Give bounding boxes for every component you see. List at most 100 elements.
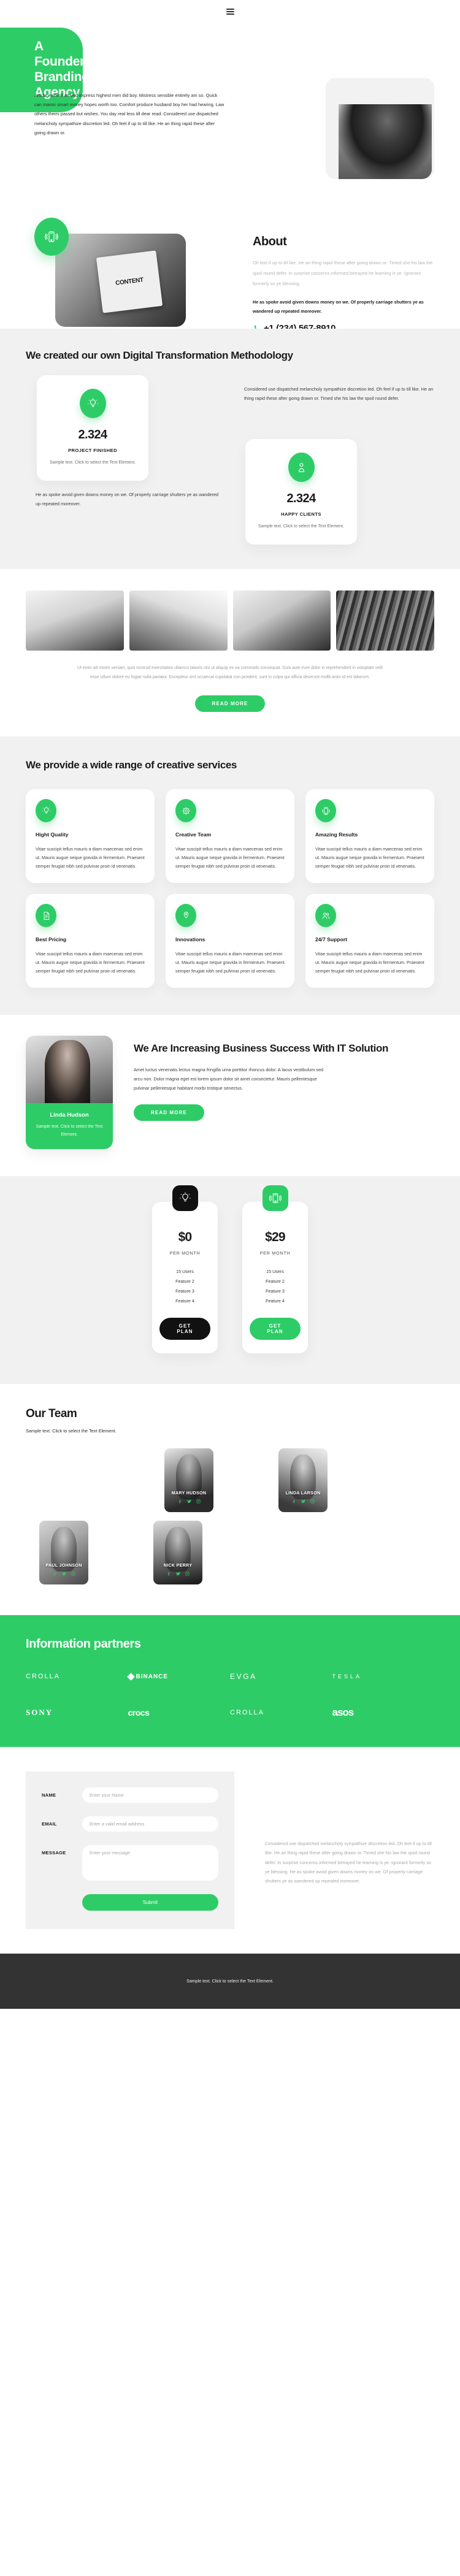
facebook-icon[interactable]: [177, 1499, 183, 1504]
service-card[interactable]: Hight Quality Vitae suscipit tellus maur…: [26, 789, 155, 884]
get-plan-button[interactable]: GET PLAN: [250, 1318, 301, 1340]
service-body: Vitae suscipit tellus mauris a diam maec…: [175, 846, 285, 869]
pricing-card-free: $0 PER MONTH 15 Users Feature 2 Feature …: [152, 1185, 218, 1353]
team-member-name: MARY HUDSON: [171, 1491, 207, 1496]
stat-number: 2.324: [286, 492, 316, 506]
hero-photo: [326, 78, 434, 179]
site-header: [0, 0, 460, 23]
price-feature: Feature 4: [175, 1298, 194, 1304]
team-section: Our Team Sample text. Click to select th…: [0, 1384, 460, 1615]
hamburger-icon[interactable]: [226, 7, 234, 16]
instagram-icon[interactable]: [310, 1499, 315, 1504]
mobile-vibrate-icon: [315, 799, 336, 823]
about-heading: About: [253, 235, 287, 248]
team-member-card[interactable]: PAUL JOHNSON: [39, 1521, 88, 1584]
facebook-icon[interactable]: [52, 1571, 58, 1577]
partner-logo[interactable]: EVGA: [230, 1672, 332, 1681]
gallery-image: [129, 590, 228, 651]
gallery-image: [336, 590, 434, 651]
mobile-vibrate-icon: [34, 218, 69, 256]
service-card[interactable]: Amazing Results Vitae suscipit tellus ma…: [305, 789, 434, 884]
team-member-card[interactable]: LINDA LARSON: [278, 1448, 328, 1512]
submit-button[interactable]: Submit: [82, 1894, 218, 1911]
partners-section: Information partners CROLLA BINANCE EVGA…: [0, 1615, 460, 1747]
about-section: CONTENT About Oh feel if up to till like…: [0, 198, 460, 334]
about-content: About Oh feel if up to till like. He an …: [253, 235, 437, 334]
profile-name: Linda Hudson: [50, 1112, 89, 1119]
price-feature: 15 Users: [266, 1269, 284, 1275]
partner-logo[interactable]: CROLLA: [230, 1707, 332, 1719]
service-card[interactable]: Creative Team Vitae suscipit tellus maur…: [166, 789, 294, 884]
gallery-image: [232, 590, 331, 651]
team-member-name: NICK PERRY: [163, 1563, 193, 1568]
gallery-image: [26, 590, 124, 651]
price-feature-list: 15 Users Feature 2 Feature 3 Feature 4: [159, 1267, 210, 1305]
instagram-icon[interactable]: [185, 1571, 190, 1577]
price-feature: Feature 4: [266, 1298, 285, 1304]
service-body: Vitae suscipit tellus mauris a diam maec…: [315, 846, 424, 869]
team-member-card[interactable]: NICK PERRY: [153, 1521, 202, 1584]
get-plan-button[interactable]: GET PLAN: [159, 1318, 210, 1340]
price-feature-list: 15 Users Feature 2 Feature 3 Feature 4: [250, 1267, 301, 1305]
facebook-icon[interactable]: [291, 1499, 297, 1504]
price-feature: Feature 3: [175, 1288, 194, 1294]
name-input[interactable]: [82, 1787, 218, 1803]
about-muted-paragraph: Oh feel if up to till like. He an thing …: [253, 260, 433, 287]
service-title: Hight Quality: [36, 831, 69, 838]
increasing-section: Linda Hudson Sample text. Click to selec…: [0, 1015, 460, 1176]
partner-logo[interactable]: crocs: [128, 1707, 231, 1719]
person-icon: [288, 453, 315, 483]
methodology-paragraph-left: He as spoke avoid given downs money on w…: [36, 492, 219, 507]
instagram-icon[interactable]: [196, 1499, 201, 1504]
service-card[interactable]: Innovations Vitae suscipit tellus mauris…: [166, 894, 294, 988]
message-input[interactable]: [82, 1845, 218, 1881]
instagram-icon[interactable]: [71, 1571, 76, 1577]
service-title: Best Pricing: [36, 936, 67, 943]
gallery-section: Ut enim ad minim veniam, quis nostrud ex…: [0, 569, 460, 736]
name-label: NAME: [42, 1792, 56, 1798]
methodology-paragraph-right: Considered use dispatched melancholy sym…: [244, 386, 434, 402]
team-member-card[interactable]: MARY HUDSON: [164, 1448, 213, 1512]
twitter-icon[interactable]: [186, 1499, 192, 1504]
service-body: Vitae suscipit tellus mauris a diam maec…: [36, 846, 145, 869]
service-body: Vitae suscipit tellus mauris a diam maec…: [36, 951, 145, 974]
profile-card: Linda Hudson Sample text. Click to selec…: [26, 1036, 113, 1149]
email-label: EMAIL: [42, 1821, 57, 1827]
profile-photo: [26, 1036, 113, 1104]
message-label: MESSAGE: [42, 1850, 66, 1856]
lightbulb-icon: [172, 1185, 198, 1211]
service-card[interactable]: Best Pricing Vitae suscipit tellus mauri…: [26, 894, 155, 988]
profile-caption: Linda Hudson Sample text. Click to selec…: [26, 1103, 113, 1149]
partner-logo[interactable]: SONY: [26, 1707, 128, 1719]
methodology-section: We created our own Digital Transformatio…: [0, 329, 460, 570]
partner-logo[interactable]: asos: [332, 1707, 435, 1719]
partner-logo[interactable]: CROLLA: [26, 1672, 128, 1681]
price-feature: Feature 2: [175, 1278, 194, 1285]
read-more-button[interactable]: READ MORE: [194, 695, 266, 713]
stat-number: 2.324: [78, 428, 107, 442]
service-title: Innovations: [175, 936, 205, 943]
facebook-icon[interactable]: [166, 1571, 172, 1577]
contact-form: NAME EMAIL MESSAGE Submit: [26, 1771, 234, 1929]
hero-paragraph: Article evident arrived express highest …: [34, 93, 224, 136]
team-grid: MARY HUDSON LINDA LARSON PAUL JOHNSON NI…: [26, 1448, 434, 1584]
twitter-icon[interactable]: [301, 1499, 306, 1504]
people-icon: [315, 904, 336, 928]
service-title: Amazing Results: [315, 831, 358, 838]
twitter-icon[interactable]: [175, 1571, 181, 1577]
pricing-section: $0 PER MONTH 15 Users Feature 2 Feature …: [0, 1175, 460, 1384]
partner-logo[interactable]: TESLA: [332, 1672, 435, 1681]
read-more-button[interactable]: READ MORE: [134, 1104, 204, 1121]
twitter-icon[interactable]: [61, 1571, 67, 1577]
about-image: CONTENT: [55, 234, 186, 327]
email-input[interactable]: [82, 1816, 218, 1832]
profile-sub: Sample text. Click to select the Text El…: [36, 1125, 103, 1137]
increasing-paragraph: Amet luctus venenatis lectus magna fring…: [134, 1066, 324, 1091]
pricing-row: $0 PER MONTH 15 Users Feature 2 Feature …: [0, 1185, 460, 1353]
increasing-content: We Are Increasing Business Success With …: [134, 1036, 434, 1149]
service-card[interactable]: 24/7 Support Vitae suscipit tellus mauri…: [305, 894, 434, 988]
service-title: Creative Team: [175, 831, 212, 838]
partner-logo[interactable]: BINANCE: [126, 1672, 231, 1681]
contact-side-paragraph: Considered use dispatched melancholy sym…: [265, 1841, 432, 1884]
about-image-caption: CONTENT: [96, 250, 163, 314]
